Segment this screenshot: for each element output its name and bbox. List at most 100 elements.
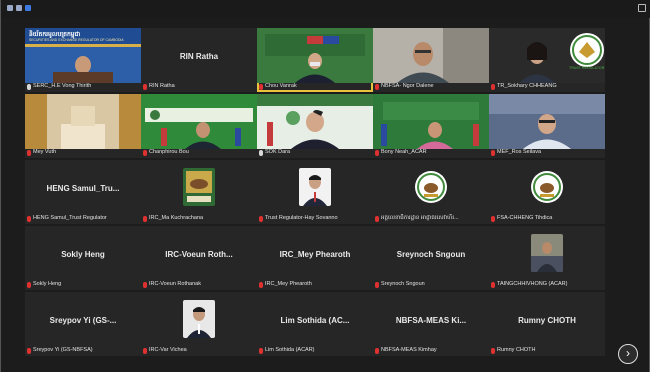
participant-tile[interactable]: Trust Regulator-Hay Sovanno: [257, 160, 373, 224]
participant-label: IRC-Var Vichea: [143, 346, 255, 355]
participant-label: Bony Neah_ACAR: [375, 148, 487, 157]
mic-muted-icon: [143, 83, 147, 90]
next-page-button[interactable]: ›: [618, 344, 638, 364]
participant-name: NBFSA-MEAS Ki...: [395, 316, 467, 325]
meeting-window: និយ័តករមូលបត្រកម្ពុជា SECURITIES AND EXC…: [0, 0, 650, 372]
view-switcher[interactable]: [7, 5, 31, 11]
video-feed: [141, 94, 257, 149]
participant-tile[interactable]: និយ័តករមូលបត្រកម្ពុជា SECURITIES AND EXC…: [25, 28, 141, 92]
participant-tile[interactable]: NBFSA- Ngor Dalene: [373, 28, 489, 92]
participant-label: TAINGCHHIVHONG (ACAR): [491, 280, 603, 289]
participant-label: អគ្គលេខាធិការដ្ឋាន អាជ្ញាធរសេវាហិរ...: [375, 214, 487, 223]
participant-tile[interactable]: Sokly Heng Sokly Heng: [25, 226, 141, 290]
profile-picture: [531, 171, 563, 203]
participant-name: IRC-Voeun Roth...: [165, 250, 233, 259]
participant-tile[interactable]: SOK Dara: [257, 94, 373, 158]
grid-icon: [7, 5, 13, 11]
mic-muted-icon: [375, 281, 379, 288]
participant-label: FSA-CHHENG Tihdica: [491, 214, 603, 223]
participant-label: Chou Vanrak: [259, 82, 371, 91]
participant-tile[interactable]: MEF_Ros Seilava: [489, 94, 605, 158]
participant-name: Lim Sothida (AC...: [280, 316, 350, 325]
chevron-right-icon: ›: [626, 346, 630, 360]
mic-muted-icon: [375, 215, 379, 222]
participant-tile[interactable]: IRC_Ma Kuchrachana: [141, 160, 257, 224]
participant-name: Sreypov Yi (GS-...: [49, 316, 117, 325]
participant-label: HENG Samul_Trust Regulator: [27, 214, 139, 223]
video-feed: [257, 94, 373, 149]
video-feed: [25, 94, 141, 149]
profile-picture: [183, 168, 215, 206]
video-feed: [489, 28, 605, 83]
mic-muted-icon: [491, 347, 495, 354]
top-toolbar: [1, 0, 650, 18]
participant-tile[interactable]: Rumny CHOTH Rumny CHOTH: [489, 292, 605, 356]
mic-muted-icon: [375, 149, 379, 156]
participant-label: TR_Sokhary CHHEANG: [491, 82, 603, 91]
mic-muted-icon: [259, 83, 263, 90]
mic-muted-icon: [375, 347, 379, 354]
participant-tile[interactable]: FSA-CHHENG Tihdica: [489, 160, 605, 224]
mic-muted-icon: [259, 215, 263, 222]
participant-tile[interactable]: NBFSA-MEAS Ki... NBFSA-MEAS Kimhay: [373, 292, 489, 356]
participant-tile[interactable]: IRC-Voeun Roth... IRC-Voeun Rothanak: [141, 226, 257, 290]
participant-tile[interactable]: IRC-Var Vichea: [141, 292, 257, 356]
mic-muted-icon: [27, 347, 31, 354]
participant-tile[interactable]: TAINGCHHIVHONG (ACAR): [489, 226, 605, 290]
profile-picture: [415, 171, 447, 203]
mic-muted-icon: [375, 83, 379, 90]
mic-muted-icon: [143, 149, 147, 156]
participant-name: Sreynoch Sngoun: [396, 250, 466, 259]
participant-tile[interactable]: HENG Samul_Tru... HENG Samul_Trust Regul…: [25, 160, 141, 224]
mic-muted-icon: [143, 281, 147, 288]
participant-label: IRC-Voeun Rothanak: [143, 280, 255, 289]
mic-muted-icon: [27, 281, 31, 288]
video-feed: [373, 28, 489, 83]
participant-tile-active-speaker[interactable]: Chou Vanrak: [257, 28, 373, 92]
participant-label: Sreypov Yi (GS-NBFSA): [27, 346, 139, 355]
participant-tile[interactable]: Chanphirou Bou: [141, 94, 257, 158]
participant-label: Mey Vuth: [27, 148, 139, 157]
profile-picture: [299, 168, 331, 206]
mic-muted-icon: [491, 281, 495, 288]
mic-muted-icon: [491, 149, 495, 156]
participant-tile[interactable]: RIN Ratha RIN Ratha: [141, 28, 257, 92]
participant-label: IRC_Ma Kuchrachana: [143, 214, 255, 223]
participant-label: Trust Regulator-Hay Sovanno: [259, 214, 371, 223]
video-feed: [257, 28, 373, 83]
fullscreen-icon[interactable]: [638, 4, 646, 12]
participant-label: Sreynoch Sngoun: [375, 280, 487, 289]
participant-label: Sokly Heng: [27, 280, 139, 289]
participant-tile[interactable]: Lim Sothida (AC... Lim Sothida (ACAR): [257, 292, 373, 356]
mic-muted-icon: [27, 215, 31, 222]
grid-icon: [25, 5, 31, 11]
participant-label: Chanphirou Bou: [143, 148, 255, 157]
profile-picture: [183, 300, 215, 338]
mic-icon: [27, 83, 31, 90]
participant-name: RIN Ratha: [179, 52, 219, 61]
participant-name: IRC_Mey Phearoth: [279, 250, 351, 259]
participant-name: Rumny CHOTH: [518, 316, 576, 325]
mic-muted-icon: [491, 83, 495, 90]
participant-label: Rumny CHOTH: [491, 346, 603, 355]
mic-muted-icon: [259, 347, 263, 354]
video-feed: [373, 94, 489, 149]
grid-icon: [16, 5, 22, 11]
participant-label: NBFSA-MEAS Kimhay: [375, 346, 487, 355]
participant-label: RIN Ratha: [143, 82, 255, 91]
participant-label: SOK Dara: [259, 148, 371, 157]
mic-muted-icon: [27, 149, 31, 156]
participant-label: Lim Sothida (ACAR): [259, 346, 371, 355]
mic-muted-icon: [143, 347, 147, 354]
participant-tile[interactable]: Sreypov Yi (GS-... Sreypov Yi (GS-NBFSA): [25, 292, 141, 356]
participant-tile[interactable]: IRC_Mey Phearoth IRC_Mey Phearoth: [257, 226, 373, 290]
participant-tile[interactable]: Bony Neah_ACAR: [373, 94, 489, 158]
trust-regulator-logo-text: TRUST REGULATOR: [569, 66, 605, 70]
participant-tile[interactable]: អគ្គលេខាធិការដ្ឋាន អាជ្ញាធរសេវាហិរ...: [373, 160, 489, 224]
mic-muted-icon: [143, 215, 147, 222]
participant-tile[interactable]: Sreynoch Sngoun Sreynoch Sngoun: [373, 226, 489, 290]
participant-tile[interactable]: TRUST REGULATOR TR_Sokhary CHHEANG: [489, 28, 605, 92]
mic-muted-icon: [259, 281, 263, 288]
participant-tile[interactable]: Mey Vuth: [25, 94, 141, 158]
profile-picture: [531, 234, 563, 272]
